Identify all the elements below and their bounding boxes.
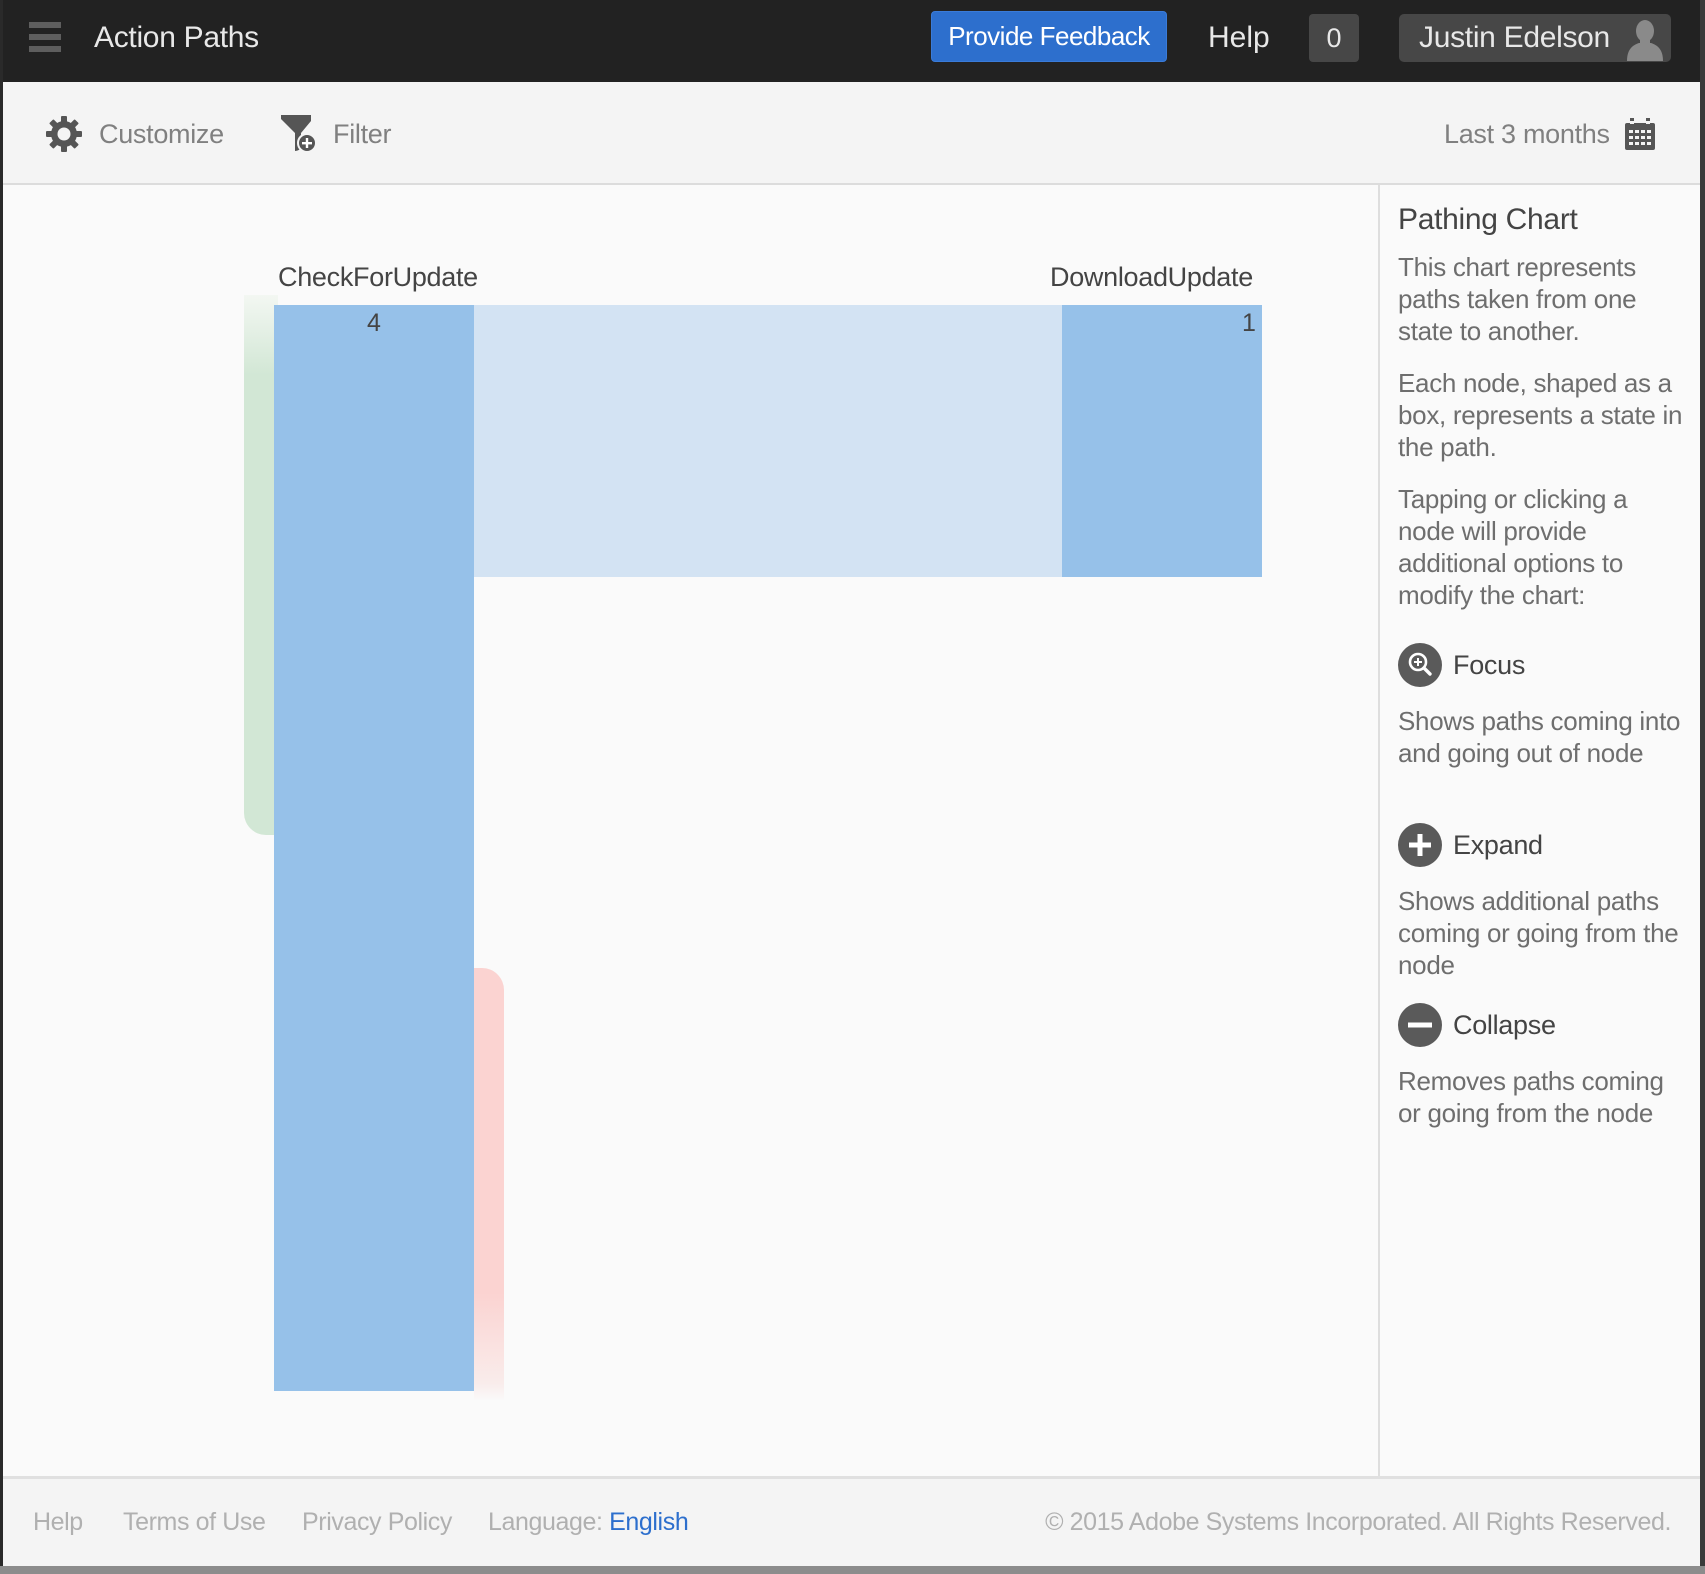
app-window: Action Paths Provide Feedback Help 0 Jus…	[0, 0, 1705, 1574]
sidebar-action-focus: Focus	[1398, 643, 1678, 687]
node-value-downloadupdate: 1	[1242, 309, 1256, 337]
user-avatar-icon	[1627, 20, 1663, 61]
sidebar-intro-paragraph: This chart represents paths taken from o…	[1398, 252, 1637, 346]
node-checkforupdate[interactable]	[274, 305, 474, 1391]
collapse-minus-icon	[1398, 1003, 1442, 1047]
user-menu-button[interactable]: Justin Edelson	[1399, 14, 1671, 62]
gear-icon	[46, 116, 82, 152]
date-range-picker[interactable]: Last 3 months	[1444, 115, 1659, 153]
sidebar-intro-paragraph: Tapping or clicking a node will provide …	[1398, 484, 1628, 610]
path-link-checkforupdate-to-downloadupdate[interactable]	[474, 305, 1062, 577]
node-label-checkforupdate: CheckForUpdate	[278, 262, 478, 292]
filter-button[interactable]: Filter	[280, 115, 410, 153]
pathing-chart: CheckForUpdate DownloadUpdate 4 1	[0, 185, 1378, 1478]
sidebar-action-expand: Expand	[1398, 823, 1678, 867]
expand-description: Shows additional paths coming or going f…	[1398, 886, 1679, 980]
expand-label: Expand	[1453, 830, 1543, 860]
language-selector[interactable]: English	[609, 1508, 689, 1536]
copyright-text: © 2015 Adobe Systems Incorporated. All R…	[1045, 1508, 1671, 1536]
app-title: Action Paths	[94, 21, 259, 54]
footer: Help Terms of Use Privacy Policy Languag…	[0, 1476, 1705, 1566]
help-sidebar: Pathing Chart This chart represents path…	[1378, 185, 1700, 1478]
filter-add-icon	[281, 115, 317, 153]
node-value-checkforupdate: 4	[367, 309, 381, 337]
footer-help-link[interactable]: Help	[33, 1505, 83, 1539]
node-label-downloadupdate: DownloadUpdate	[1050, 262, 1253, 292]
focus-zoom-icon	[1398, 643, 1442, 687]
customize-button[interactable]: Customize	[46, 115, 226, 153]
sidebar-title: Pathing Chart	[1398, 203, 1578, 236]
window-edge-right	[1700, 0, 1705, 1566]
window-edge-left	[0, 0, 3, 1566]
filter-label: Filter	[333, 119, 392, 149]
sidebar-intro-paragraph: Each node, shaped as a box, represents a…	[1398, 368, 1683, 462]
user-name: Justin Edelson	[1419, 21, 1610, 54]
entry-path-band[interactable]	[244, 295, 278, 835]
exit-path-band[interactable]	[474, 968, 504, 1401]
footer-terms-link[interactable]: Terms of Use	[123, 1505, 266, 1539]
focus-label: Focus	[1453, 650, 1526, 680]
customize-label: Customize	[99, 119, 224, 149]
hamburger-menu-icon[interactable]	[29, 22, 61, 52]
sidebar-action-collapse: Collapse	[1398, 1003, 1678, 1047]
toolbar: Customize Filter Last 3 months	[0, 82, 1705, 185]
top-header: Action Paths Provide Feedback Help 0 Jus…	[0, 0, 1705, 82]
node-downloadupdate[interactable]	[1062, 305, 1262, 577]
help-link[interactable]: Help	[1208, 18, 1270, 58]
language-label: Language:	[488, 1508, 603, 1536]
footer-language: Language: English	[488, 1505, 689, 1539]
collapse-label: Collapse	[1453, 1010, 1556, 1040]
calendar-icon	[1625, 118, 1655, 150]
expand-plus-icon	[1398, 823, 1442, 867]
notification-count-badge[interactable]: 0	[1309, 14, 1359, 62]
date-range-label: Last 3 months	[1444, 119, 1610, 149]
footer-privacy-link[interactable]: Privacy Policy	[302, 1505, 452, 1539]
provide-feedback-button[interactable]: Provide Feedback	[931, 11, 1167, 62]
focus-description: Shows paths coming into and going out of…	[1398, 706, 1681, 768]
collapse-description: Removes paths coming or going from the n…	[1398, 1066, 1664, 1128]
